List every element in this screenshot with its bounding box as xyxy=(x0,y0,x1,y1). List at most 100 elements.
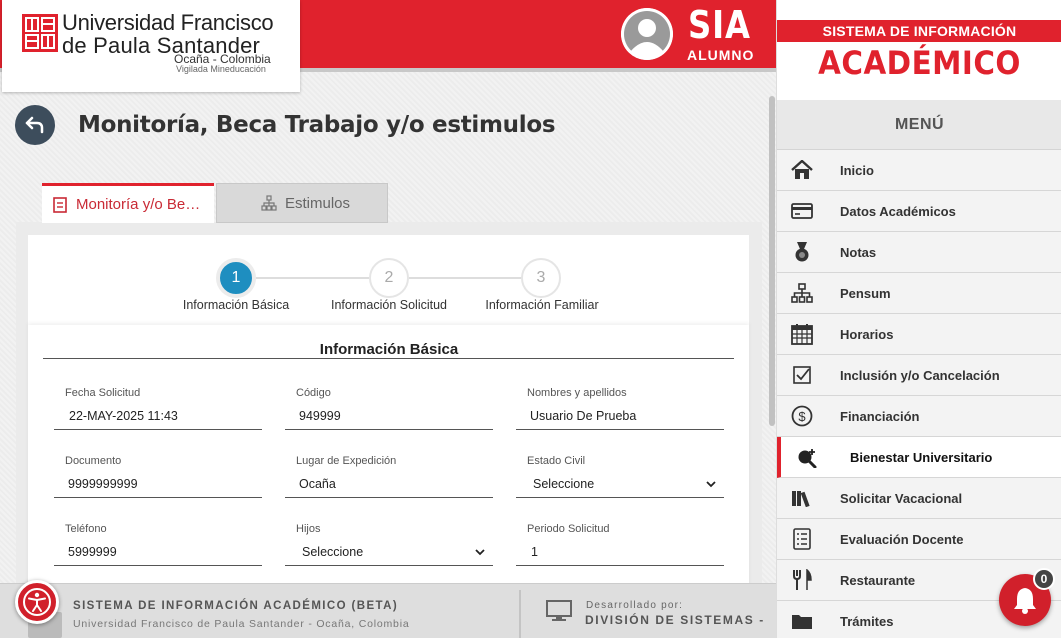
university-logo[interactable]: Universidad Francisco de Paula Santander… xyxy=(2,0,300,92)
sidebar-item-horarios[interactable]: Horarios xyxy=(777,314,1061,355)
arrow-back-icon xyxy=(25,116,44,134)
field-label-fecha: Fecha Solicitud xyxy=(65,387,141,399)
medal-icon xyxy=(790,240,814,264)
step-3[interactable]: 3 xyxy=(521,258,561,298)
hijos-select[interactable]: Seleccione xyxy=(285,538,493,566)
sidebar-item-label: Datos Académicos xyxy=(840,203,956,219)
field-label-telefono: Teléfono xyxy=(65,523,107,535)
field-label-periodo: Periodo Solicitud xyxy=(527,523,610,535)
lugar-expedicion-field[interactable]: Ocaña xyxy=(285,470,493,498)
folder-icon xyxy=(790,609,814,633)
form-title: Información Básica xyxy=(319,341,459,358)
sidebar-item-label: Pensum xyxy=(840,285,891,301)
svg-text:$: $ xyxy=(798,409,806,424)
footer-system-name: SISTEMA DE INFORMACIÓN ACADÉMICO (BETA) xyxy=(73,600,399,612)
sidebar-item-label: Bienestar Universitario xyxy=(850,449,993,465)
sidebar-item-label: Inclusión y/o Cancelación xyxy=(840,367,1000,383)
field-label-codigo: Código xyxy=(296,387,331,399)
estado-civil-select[interactable]: Seleccione xyxy=(516,470,724,498)
footer-developer: DIVISIÓN DE SISTEMAS - xyxy=(585,613,765,627)
sidebar-item-evaluacion[interactable]: Evaluación Docente xyxy=(777,519,1061,560)
field-label-nombres: Nombres y apellidos xyxy=(527,387,627,399)
stepper-connector xyxy=(256,277,369,279)
calendar-icon xyxy=(790,322,814,346)
main-content: Universidad Francisco de Paula Santander… xyxy=(0,0,776,638)
tab-estimulos[interactable]: Estimulos xyxy=(216,183,388,223)
sidebar-item-pensum[interactable]: Pensum xyxy=(777,273,1061,314)
accessibility-button[interactable] xyxy=(15,580,59,624)
checklist-icon xyxy=(790,527,814,551)
sidebar-menu: Inicio Datos Académicos Notas Pensum Hor… xyxy=(777,150,1061,638)
step-2-label: Información Solicitud xyxy=(330,298,448,312)
sidebar-item-vacacional[interactable]: Solicitar Vacacional xyxy=(777,478,1061,519)
chevron-down-icon xyxy=(475,549,485,556)
sidebar-item-bienestar[interactable]: Bienestar Universitario xyxy=(777,437,1061,478)
bell-icon xyxy=(1014,588,1036,614)
tab-monitoria[interactable]: Monitoría y/o Be… xyxy=(42,183,214,223)
user-avatar[interactable] xyxy=(621,8,673,60)
form-title-divider xyxy=(43,358,734,359)
nombres-field[interactable]: Usuario De Prueba xyxy=(516,402,724,430)
tab-estimulos-label: Estimulos xyxy=(285,194,351,212)
scrollbar[interactable] xyxy=(769,96,775,426)
sidebar-item-label: Inicio xyxy=(840,162,874,178)
footer-developed-by-label: Desarrollado por: xyxy=(586,600,684,611)
sidebar-item-label: Horarios xyxy=(840,326,894,342)
back-button[interactable] xyxy=(15,105,55,145)
card-icon xyxy=(790,199,814,223)
ufps-logo-icon xyxy=(22,14,58,52)
hierarchy-icon xyxy=(790,281,814,305)
sidebar-item-inclusion[interactable]: Inclusión y/o Cancelación xyxy=(777,355,1061,396)
chevron-down-icon xyxy=(706,481,716,488)
sidebar-item-label: Financiación xyxy=(840,408,920,424)
user-avatar-icon xyxy=(621,8,673,60)
sidebar-item-label: Notas xyxy=(840,244,877,260)
field-label-estado-civil: Estado Civil xyxy=(527,455,586,467)
page-title: Monitoría, Beca Trabajo y/o estimulos xyxy=(78,112,556,138)
estado-civil-value: Seleccione xyxy=(533,477,595,491)
documento-field[interactable]: 9999999999 xyxy=(54,470,262,498)
step-1[interactable]: 1 xyxy=(216,258,256,298)
university-vigilance: Vigilada Mineducación xyxy=(176,64,266,74)
sidebar-header-line2: ACADÉMICO xyxy=(818,44,1021,82)
sidebar-item-datos-academicos[interactable]: Datos Académicos xyxy=(777,191,1061,232)
sidebar-item-label: Trámites xyxy=(840,613,894,629)
tab-monitoria-label: Monitoría y/o Be… xyxy=(76,196,201,213)
step-3-label: Información Familiar xyxy=(485,298,599,312)
form-icon xyxy=(52,196,68,213)
search-plus-icon xyxy=(795,445,819,469)
sidebar-header-line1: SISTEMA DE INFORMACIÓN xyxy=(822,23,1017,39)
checkbox-icon xyxy=(790,363,814,387)
sidebar-item-label: Solicitar Vacacional xyxy=(840,490,963,506)
app-title: SIA xyxy=(688,3,751,47)
sidebar: SISTEMA DE INFORMACIÓN ACADÉMICO MENÚ In… xyxy=(776,0,1061,638)
dollar-icon: $ xyxy=(790,404,814,428)
stepper-connector xyxy=(409,277,522,279)
accessibility-icon xyxy=(23,588,51,616)
fecha-solicitud-field[interactable]: 22-MAY-2025 11:43 xyxy=(54,402,262,430)
home-icon xyxy=(790,158,814,182)
footer-divider xyxy=(519,590,521,638)
cutlery-icon xyxy=(790,568,814,592)
sitemap-icon xyxy=(261,195,277,211)
telefono-field[interactable]: 5999999 xyxy=(54,538,262,566)
sidebar-item-financiacion[interactable]: $ Financiación xyxy=(777,396,1061,437)
sidebar-item-label: Evaluación Docente xyxy=(840,531,964,547)
monitor-icon xyxy=(546,600,572,621)
periodo-solicitud-field[interactable]: 1 xyxy=(516,538,724,566)
step-1-label: Información Básica xyxy=(182,298,290,312)
field-label-hijos: Hijos xyxy=(296,523,321,535)
step-2[interactable]: 2 xyxy=(369,258,409,298)
app-subtitle: ALUMNO xyxy=(687,47,755,63)
sidebar-item-label: Restaurante xyxy=(840,572,916,588)
books-icon xyxy=(790,486,814,510)
notification-count-badge: 0 xyxy=(1033,568,1055,590)
field-label-lugar: Lugar de Expedición xyxy=(296,455,397,467)
sidebar-item-notas[interactable]: Notas xyxy=(777,232,1061,273)
menu-title: MENÚ xyxy=(777,100,1061,150)
footer-institution: Universidad Francisco de Paula Santander… xyxy=(73,618,410,630)
hijos-value: Seleccione xyxy=(302,545,364,559)
codigo-field[interactable]: 949999 xyxy=(285,402,493,430)
sidebar-item-inicio[interactable]: Inicio xyxy=(777,150,1061,191)
field-label-documento: Documento xyxy=(65,455,122,467)
